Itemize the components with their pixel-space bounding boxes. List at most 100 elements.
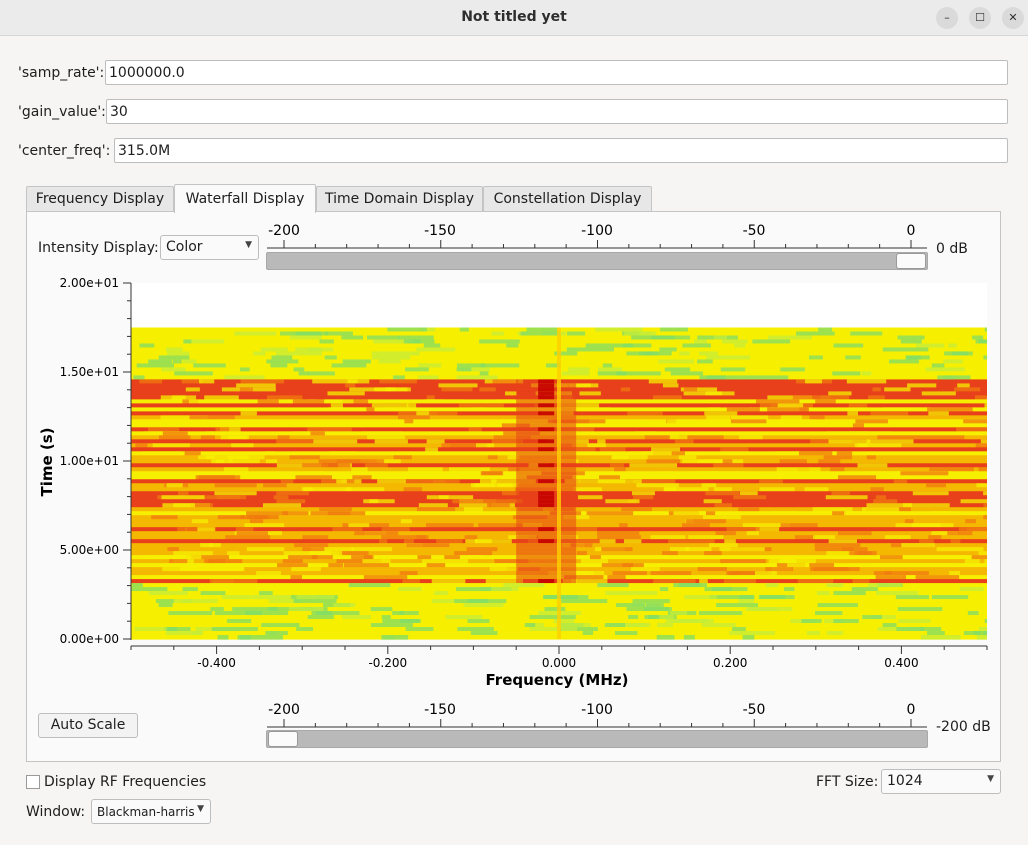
waterfall-speckle <box>812 507 853 512</box>
signal-band <box>516 483 577 488</box>
waterfall-speckle <box>947 531 973 536</box>
waterfall-speckle <box>897 607 943 612</box>
waterfall-speckle <box>319 339 334 345</box>
waterfall-speckle <box>400 519 413 524</box>
samp-rate-input[interactable] <box>105 60 1008 85</box>
waterfall-speckle <box>246 511 289 516</box>
close-button[interactable]: ✕ <box>1002 7 1024 29</box>
waterfall-speckle <box>468 427 482 432</box>
waterfall-speckle <box>683 635 695 640</box>
waterfall-speckle <box>971 555 987 560</box>
waterfall-speckle <box>656 555 668 560</box>
waterfall-speckle <box>228 435 247 440</box>
display-rf-label: Display RF Frequencies <box>44 774 207 790</box>
waterfall-speckle <box>296 595 335 600</box>
top-tick-label: -100 <box>581 223 613 239</box>
minimize-button[interactable]: – <box>936 7 958 29</box>
tab-waterfall-display[interactable]: Waterfall Display <box>174 184 316 213</box>
waterfall-speckle <box>678 455 697 460</box>
waterfall-speckle <box>158 355 190 361</box>
waterfall-speckle <box>397 587 422 592</box>
waterfall-speckle <box>189 415 235 420</box>
waterfall-speckle <box>468 555 484 560</box>
tab-time-domain-display[interactable]: Time Domain Display <box>316 186 483 212</box>
waterfall-speckle <box>614 467 626 472</box>
waterfall-speckle <box>295 475 333 480</box>
waterfall-speckle <box>662 551 678 556</box>
waterfall-speckle <box>646 603 664 608</box>
signal-peak <box>538 403 555 408</box>
tab-frequency-display[interactable]: Frequency Display <box>26 186 174 212</box>
tab-constellation-display[interactable]: Constellation Display <box>483 186 652 212</box>
center-freq-input[interactable] <box>114 138 1008 163</box>
waterfall-speckle <box>838 531 872 536</box>
waterfall-speckle <box>441 387 473 392</box>
waterfall-speckle <box>937 375 971 381</box>
signal-band <box>516 515 577 520</box>
waterfall-speckle <box>227 551 240 556</box>
waterfall-speckle <box>775 451 800 456</box>
waterfall-speckle <box>698 351 718 357</box>
waterfall-speckle <box>209 419 253 424</box>
waterfall-speckle <box>621 507 652 512</box>
waterfall-speckle <box>733 495 767 500</box>
waterfall-speckle <box>630 567 660 572</box>
waterfall-speckle <box>204 395 239 400</box>
signal-peak <box>538 539 555 544</box>
waterfall-speckle <box>706 415 730 420</box>
maximize-button[interactable]: ☐ <box>969 7 991 29</box>
signal-band <box>516 567 577 572</box>
waterfall-speckle <box>599 475 620 480</box>
waterfall-speckle <box>236 383 276 389</box>
top-slider-handle[interactable] <box>896 253 926 269</box>
intensity-display-select[interactable]: Color ▼ <box>160 235 259 260</box>
waterfall-speckle <box>206 431 219 436</box>
waterfall-speckle <box>624 331 656 337</box>
gain-value-input[interactable] <box>106 99 1008 124</box>
waterfall-speckle <box>577 495 603 500</box>
top-tick-label: -200 <box>268 223 300 239</box>
waterfall-speckle <box>905 355 930 361</box>
waterfall-speckle <box>308 347 322 353</box>
waterfall-speckle <box>663 487 709 492</box>
top-slider-track[interactable] <box>266 252 928 270</box>
waterfall-speckle <box>459 403 504 408</box>
waterfall-speckle <box>870 487 884 492</box>
bottom-slider-handle[interactable] <box>268 731 298 747</box>
waterfall-speckle <box>832 511 846 516</box>
waterfall-speckle <box>417 555 432 560</box>
waterfall-speckle <box>659 471 672 476</box>
waterfall-speckle <box>506 343 519 349</box>
waterfall-speckle <box>529 615 576 620</box>
waterfall-speckle <box>814 547 854 552</box>
waterfall-speckle <box>370 607 393 612</box>
waterfall-speckle <box>797 579 834 584</box>
waterfall-speckle <box>154 575 173 580</box>
waterfall-speckle <box>670 611 687 616</box>
waterfall-speckle <box>471 407 487 412</box>
fft-size-select[interactable]: 1024 ▼ <box>881 769 1001 794</box>
auto-scale-button[interactable]: Auto Scale <box>38 713 138 738</box>
waterfall-speckle <box>271 423 317 428</box>
display-rf-checkbox[interactable] <box>26 775 40 789</box>
bottom-slider-track[interactable] <box>266 730 928 748</box>
waterfall-speckle <box>683 391 723 396</box>
signal-peak <box>538 395 555 400</box>
waterfall-speckle <box>619 523 628 528</box>
waterfall-speckle <box>918 435 965 440</box>
waterfall-speckle <box>984 559 987 564</box>
waterfall-speckle <box>631 491 655 496</box>
window-select[interactable]: Blackman-harris ▼ <box>91 799 211 824</box>
waterfall-speckle <box>231 443 254 448</box>
waterfall-speckle <box>709 543 738 548</box>
waterfall-speckle <box>706 375 744 381</box>
waterfall-speckle <box>984 403 987 408</box>
waterfall-speckle <box>330 403 343 408</box>
waterfall-speckle <box>449 467 490 472</box>
waterfall-speckle <box>882 623 897 628</box>
signal-band <box>516 559 577 564</box>
signal-peak <box>538 411 555 416</box>
waterfall-speckle <box>236 531 268 536</box>
waterfall-speckle <box>597 583 629 588</box>
minimize-icon: – <box>944 11 950 24</box>
